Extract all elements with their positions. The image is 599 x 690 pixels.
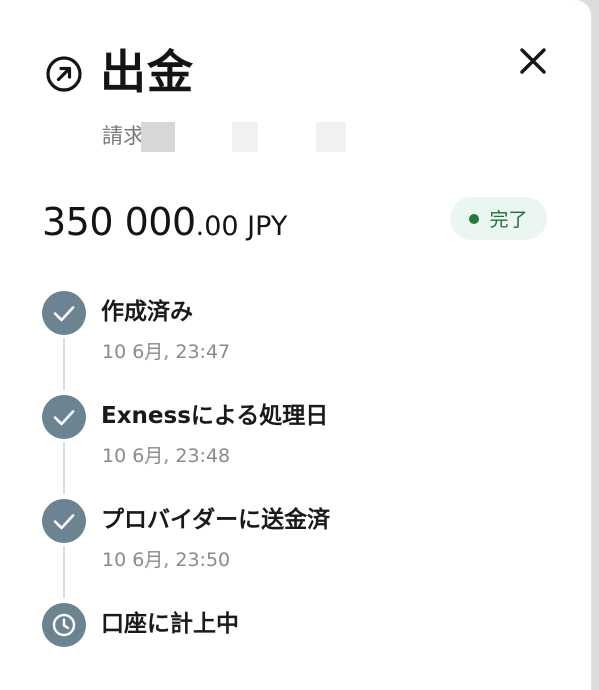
step-time: 10 6月, 23:47 <box>102 341 231 363</box>
status-badge: 完了 <box>450 197 547 240</box>
amount-decimal-currency: .00 JPY <box>195 211 288 242</box>
step-check-icon <box>42 291 86 335</box>
timeline-connector <box>63 546 65 598</box>
step-time: 10 6月, 23:50 <box>102 549 231 571</box>
redacted-block <box>232 122 258 152</box>
step-time: 10 6月, 23:48 <box>102 445 231 467</box>
withdrawal-detail-panel: 出金 請求 350 000.00 JPY 完了 作成済み 10 6月, 23:4… <box>0 0 591 690</box>
withdrawal-amount: 350 000.00 JPY <box>42 196 287 256</box>
status-dot-icon <box>469 213 480 224</box>
timeline-connector <box>63 338 65 390</box>
redacted-block <box>316 122 346 152</box>
request-subtitle: 請求 <box>102 124 144 148</box>
step-title: プロバイダーに送金済 <box>101 507 331 533</box>
page-title: 出金 <box>100 45 194 99</box>
step-title: 作成済み <box>101 299 193 325</box>
arrow-up-right-circle-icon <box>45 55 83 93</box>
step-title: Exnessによる処理日 <box>101 403 329 429</box>
step-title: 口座に計上中 <box>101 611 239 637</box>
close-button[interactable] <box>516 44 550 78</box>
timeline-connector <box>63 442 65 494</box>
redacted-block <box>141 122 175 152</box>
close-icon <box>520 48 546 74</box>
status-label: 完了 <box>489 209 528 231</box>
step-clock-icon <box>42 603 86 647</box>
step-check-icon <box>42 499 86 543</box>
amount-integer: 350 000 <box>42 200 196 244</box>
step-check-icon <box>42 395 86 439</box>
